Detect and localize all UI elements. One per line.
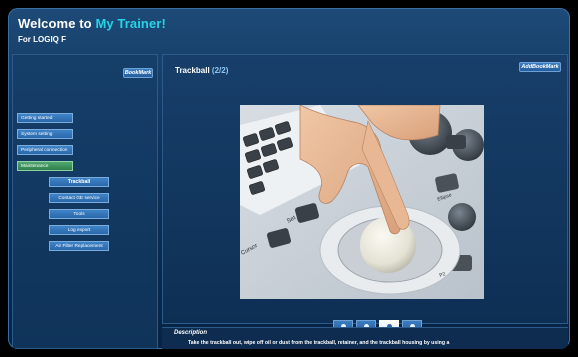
trackball-photo-illustration: Set Cursor Ellipse P2 bbox=[240, 105, 484, 299]
sidebar-item-getting-started[interactable]: Getting started bbox=[17, 113, 73, 123]
section-title-text: Trackball bbox=[175, 66, 210, 75]
sidebar-item-system-setting[interactable]: System setting bbox=[17, 129, 73, 139]
sidebar-item-maintenance[interactable]: Maintenance bbox=[17, 161, 73, 171]
app-title-accent: My Trainer! bbox=[95, 16, 166, 31]
sidebar-subitem-log-export[interactable]: Log export bbox=[49, 225, 109, 235]
content-panel: Trackball (2/2) AddBookMark Set Cursor E… bbox=[162, 54, 568, 332]
description-title: Description bbox=[174, 330, 208, 336]
app-subtitle: For LOGIQ F bbox=[18, 35, 66, 44]
app-title: Welcome to My Trainer! bbox=[18, 16, 166, 31]
sidebar-item-peripheral-connection[interactable]: Peripheral connection bbox=[17, 145, 73, 155]
app-window: Welcome to My Trainer! For LOGIQ F BookM… bbox=[8, 8, 570, 349]
header: Welcome to My Trainer! For LOGIQ F bbox=[8, 8, 570, 52]
add-bookmark-button[interactable]: AddBookMark bbox=[519, 62, 561, 72]
sidebar-subitem-tools[interactable]: Tools bbox=[49, 209, 109, 219]
app-title-prefix: Welcome to bbox=[18, 16, 92, 31]
description-text: Take the trackball out, wipe off oil or … bbox=[188, 340, 450, 346]
sidebar-subitem-contact-ge-service[interactable]: Contact GE service bbox=[49, 193, 109, 203]
page-indicator: (2/2) bbox=[211, 66, 229, 75]
sidebar-subitem-air-filter-replacement[interactable]: Air Filter Replacement bbox=[49, 241, 109, 251]
section-title: Trackball (2/2) bbox=[175, 66, 228, 75]
bookmark-button[interactable]: BookMark bbox=[123, 68, 153, 78]
sidebar-subitem-trackball[interactable]: Trackball bbox=[49, 177, 109, 187]
description-panel: Description Take the trackball out, wipe… bbox=[162, 327, 568, 349]
trackball-photo: Set Cursor Ellipse P2 bbox=[240, 105, 484, 299]
sidebar: BookMark Getting started System setting … bbox=[12, 54, 158, 349]
